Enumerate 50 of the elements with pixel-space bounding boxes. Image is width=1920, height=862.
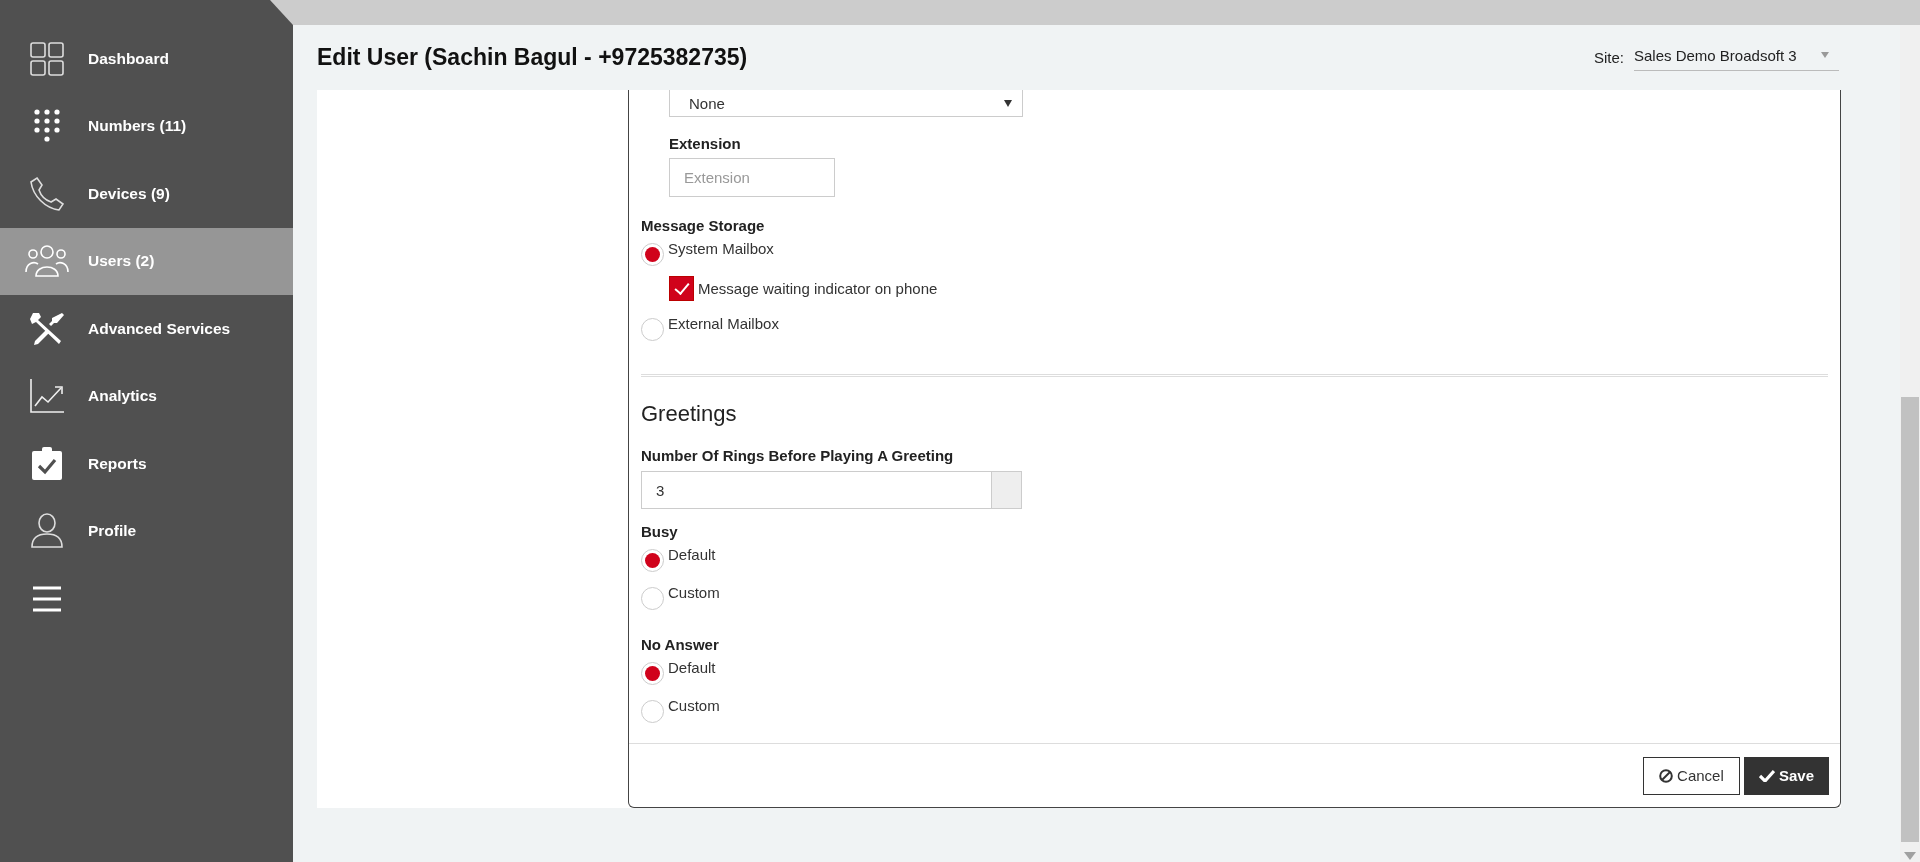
page-title: Edit User (Sachin Bagul - +9725382735) [317,44,748,71]
radio-button[interactable] [641,318,664,341]
radio-button[interactable] [641,700,664,723]
radio-label: Default [668,659,716,677]
radio-button[interactable] [641,587,664,610]
scrollbar[interactable] [1900,25,1920,862]
radio-label: Custom [668,584,720,602]
phone-icon [29,175,65,212]
keypad-icon [33,109,61,144]
radio-button[interactable] [641,549,664,572]
save-button[interactable]: Save [1743,756,1829,795]
radio-label: Default [668,546,716,564]
menu-icon[interactable] [32,585,62,612]
extension-field[interactable]: Extension [669,158,835,197]
dropdown[interactable]: None [669,90,1023,117]
nav-item[interactable]: Profile [0,497,293,565]
field-label: Extension [669,135,742,152]
field-label: Number Of Rings Before Playing A Greeting [641,447,955,464]
caret-icon [1821,52,1829,58]
nav-item[interactable]: Reports [0,430,293,498]
radio-label: Custom [668,697,720,715]
radio-button[interactable] [641,243,664,266]
field-addon [992,471,1022,509]
rings-field[interactable]: 3 [641,471,992,509]
site-label: Site: [1594,49,1624,66]
clipboard-icon [31,446,63,481]
chart-icon [29,378,65,415]
cancel-button[interactable]: Cancel [1642,756,1740,795]
field-label: No Answer [641,636,720,653]
nav-item[interactable]: Analytics [0,362,293,430]
field-label: Busy [641,523,679,540]
cancel-icon [1659,768,1674,783]
caret-icon [1004,99,1012,107]
check-icon [1758,769,1775,782]
users-icon [25,244,69,279]
nav-item[interactable]: Numbers (11) [0,92,293,160]
tools-icon [29,310,65,347]
checkbox[interactable] [669,276,694,301]
nav-item[interactable]: Devices (9) [0,160,293,228]
checkbox-label: Message waiting indicator on phone [698,280,938,297]
nav-item[interactable]: Dashboard [0,25,293,93]
site-dropdown[interactable]: Sales Demo Broadsoft 3 [1634,44,1839,71]
grid-icon [30,41,64,76]
radio-label: System Mailbox [668,240,774,258]
person-icon [30,513,64,550]
section-title: Greetings [641,401,738,427]
radio-button[interactable] [641,662,664,685]
field-label: Message Storage [641,217,766,234]
radio-label: External Mailbox [668,315,779,333]
nav-item[interactable]: Advanced Services [0,295,293,363]
